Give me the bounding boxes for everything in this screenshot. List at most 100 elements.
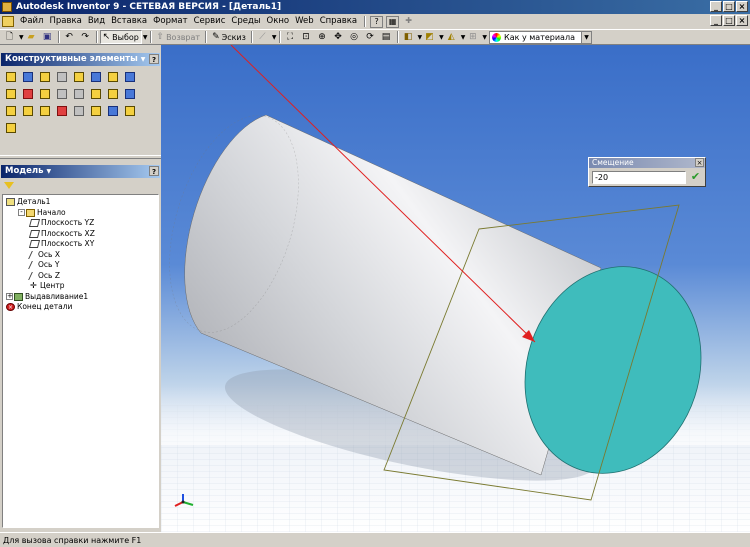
- bend-icon[interactable]: [3, 120, 18, 135]
- split-icon[interactable]: [71, 86, 86, 101]
- grid-icon[interactable]: ▦: [386, 15, 400, 28]
- zoom-window-icon[interactable]: ⊡: [299, 30, 314, 44]
- mirror-icon[interactable]: [105, 86, 120, 101]
- line-tool-icon[interactable]: ⟋: [255, 30, 270, 44]
- tree-item[interactable]: × Конец детали: [3, 302, 158, 313]
- panel-help-button[interactable]: ?: [149, 54, 159, 64]
- model-tree: Деталь1 - Начало Плоскость YZ Плоскость XZ Пл…: [2, 194, 159, 528]
- new-icon[interactable]: 🗋: [2, 30, 17, 44]
- close-icon[interactable]: ×: [695, 158, 704, 167]
- sweep-icon[interactable]: [105, 69, 120, 84]
- select-dropdown-arrow[interactable]: ▼: [143, 34, 148, 41]
- section-view-icon[interactable]: ⊞: [465, 30, 480, 44]
- tree-item[interactable]: ✛ Центр: [3, 281, 158, 292]
- doc-restore-button[interactable]: □: [723, 15, 735, 26]
- tree-item[interactable]: Деталь1: [3, 197, 158, 208]
- hole-icon[interactable]: [37, 69, 52, 84]
- zoom-icon[interactable]: ⊕: [315, 30, 330, 44]
- menu-insert[interactable]: Вставка: [108, 14, 150, 29]
- tree-item[interactable]: Ось Y: [3, 260, 158, 271]
- offset-dialog-title[interactable]: Смещение ×: [589, 158, 705, 168]
- tree-item[interactable]: Плоскость YZ: [3, 218, 158, 229]
- features-panel-header[interactable]: Конструктивные элементы ▼ ?: [1, 53, 160, 66]
- menu-file[interactable]: Файл: [17, 14, 46, 29]
- redo-icon[interactable]: ↷: [78, 30, 93, 44]
- extrude-icon[interactable]: [3, 69, 18, 84]
- menu-view[interactable]: Вид: [85, 14, 108, 29]
- revolve-icon[interactable]: [20, 69, 35, 84]
- face-draft-icon[interactable]: [54, 86, 69, 101]
- work-plane-icon[interactable]: [3, 103, 18, 118]
- thread-icon[interactable]: [3, 86, 18, 101]
- features-panel: Конструктивные элементы ▼ ?: [0, 53, 161, 155]
- material-color-select[interactable]: Как у материала ▼: [489, 30, 593, 44]
- undo-icon[interactable]: ↶: [62, 30, 77, 44]
- graphics-window[interactable]: [161, 45, 750, 532]
- tree-item[interactable]: Плоскость XZ: [3, 229, 158, 240]
- work-axis-icon[interactable]: [20, 103, 35, 118]
- fillet-icon[interactable]: [20, 86, 35, 101]
- create-ipart-icon[interactable]: [122, 103, 137, 118]
- close-button[interactable]: ×: [736, 1, 748, 12]
- model-scene[interactable]: [161, 45, 750, 532]
- zoom-selected-icon[interactable]: ◎: [347, 30, 362, 44]
- insert-ipart-icon[interactable]: [105, 103, 120, 118]
- document-icon[interactable]: [2, 16, 14, 27]
- derive-icon[interactable]: [71, 103, 86, 118]
- menu-format[interactable]: Формат: [150, 14, 191, 29]
- select-button[interactable]: ↖ Выбор: [99, 30, 142, 44]
- minimize-button[interactable]: _: [710, 1, 722, 12]
- zoom-all-icon[interactable]: ⛶: [283, 30, 298, 44]
- return-button[interactable]: ⇧ Возврат: [154, 30, 204, 44]
- menu-web[interactable]: Web: [292, 14, 317, 29]
- chamfer-icon[interactable]: [37, 86, 52, 101]
- menu-help[interactable]: Справка: [317, 14, 360, 29]
- coil-icon[interactable]: [122, 69, 137, 84]
- open-icon[interactable]: ▰: [24, 30, 39, 44]
- expand-icon[interactable]: +: [6, 293, 13, 301]
- tree-item[interactable]: Плоскость XY: [3, 239, 158, 250]
- ucs-icon[interactable]: [54, 103, 69, 118]
- loft-icon-glyph: [90, 71, 101, 82]
- rib-icon[interactable]: [71, 69, 86, 84]
- menu-window[interactable]: Окно: [264, 14, 293, 29]
- checkmark-icon[interactable]: ✔: [689, 171, 702, 184]
- tree-item[interactable]: - Начало: [3, 208, 158, 219]
- look-at-icon[interactable]: ▤: [379, 30, 394, 44]
- menu-environments[interactable]: Среды: [228, 14, 263, 29]
- shell-icon[interactable]: [54, 69, 69, 84]
- help-query-button[interactable]: ?: [370, 15, 384, 28]
- camera-icon[interactable]: ◭: [444, 30, 459, 44]
- shadow-icon[interactable]: ◩: [422, 30, 437, 44]
- menu-tools[interactable]: Сервис: [191, 14, 229, 29]
- filter-icon[interactable]: [4, 181, 14, 189]
- plus-icon[interactable]: ✚: [402, 15, 416, 28]
- chevron-down-icon[interactable]: ▼: [47, 168, 52, 175]
- offset-input[interactable]: [592, 171, 686, 184]
- chamfer-icon-glyph: [39, 88, 50, 99]
- pan-icon[interactable]: ✥: [331, 30, 346, 44]
- menu-edit[interactable]: Правка: [46, 14, 84, 29]
- doc-close-button[interactable]: ×: [736, 15, 748, 26]
- rotate-icon[interactable]: ⟳: [363, 30, 378, 44]
- doc-minimize-button[interactable]: _: [710, 15, 722, 26]
- collapse-icon[interactable]: -: [18, 209, 25, 217]
- chevron-down-icon[interactable]: ▼: [581, 31, 592, 43]
- tree-item[interactable]: Ось X: [3, 250, 158, 261]
- save-icon[interactable]: ▣: [40, 30, 55, 44]
- maximize-button[interactable]: □: [723, 1, 735, 12]
- parameters-icon[interactable]: [88, 103, 103, 118]
- chevron-down-icon[interactable]: ▼: [141, 56, 146, 63]
- model-help-button[interactable]: ?: [149, 166, 159, 176]
- tree-item[interactable]: + Выдавливание1: [3, 292, 158, 303]
- pattern-icon[interactable]: [122, 86, 137, 101]
- sketch-button[interactable]: ✎ Эскиз: [209, 30, 249, 44]
- tree-item[interactable]: Ось Z: [3, 271, 158, 282]
- inventor-app-icon[interactable]: [2, 2, 12, 12]
- loft-icon[interactable]: [88, 69, 103, 84]
- work-point-icon[interactable]: [37, 103, 52, 118]
- move-face-icon[interactable]: [88, 86, 103, 101]
- panel-splitter[interactable]: [0, 155, 161, 159]
- model-panel-header[interactable]: Модель ▼ ?: [1, 165, 160, 178]
- display-mode-icon[interactable]: ◧: [401, 30, 416, 44]
